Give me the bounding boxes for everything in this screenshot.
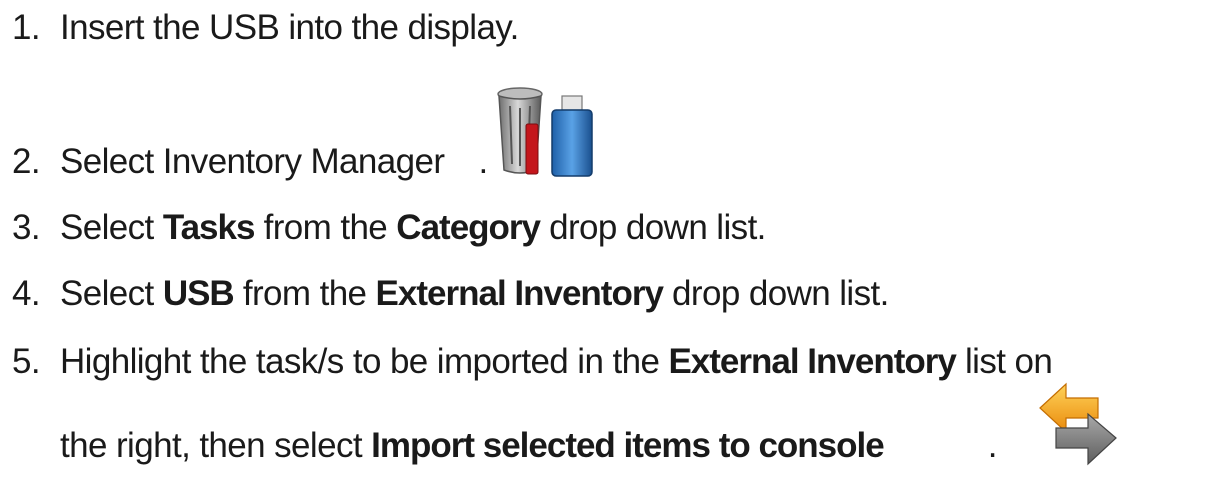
step-text: list on: [955, 342, 1053, 381]
step-number: 4.: [12, 274, 41, 313]
step-text: Insert the USB into the display.: [60, 8, 519, 47]
external-inventory-term: External Inventory: [668, 342, 956, 381]
step-2: 2. Select Inventory Manager.: [12, 140, 488, 184]
step-5: 5. Highlight the task/s to be imported in…: [12, 340, 1053, 384]
step-number: 2.: [12, 142, 41, 181]
external-inventory-term: External Inventory: [375, 274, 664, 313]
step-number: 3.: [12, 208, 41, 247]
import-to-console-icon: [1039, 382, 1117, 466]
step-text: from the: [254, 208, 397, 247]
step-text: drop down list.: [662, 274, 889, 313]
category-term: Category: [396, 208, 541, 247]
step-1: 1. Insert the USB into the display.: [12, 6, 519, 50]
usb-term: USB: [162, 274, 235, 313]
step-end-punctuation: .: [478, 142, 488, 181]
step-text: Select: [60, 274, 163, 313]
step-number: 1.: [12, 8, 41, 47]
import-selected-items-term: Import selected items to console: [371, 426, 885, 465]
inventory-manager-icon: [497, 87, 593, 177]
step-text: Select: [60, 208, 163, 247]
step-text: the right, then select: [60, 426, 372, 465]
step-text: Select Inventory Manager: [60, 142, 445, 181]
step-text: Highlight the task/s to be imported in t…: [60, 342, 669, 381]
step-5-continuation: the right, then select Import selected i…: [60, 424, 997, 468]
step-end-punctuation: .: [987, 426, 998, 465]
step-number: 5.: [12, 342, 41, 381]
step-3: 3. Select Tasks from the Category drop do…: [12, 206, 766, 250]
step-4: 4. Select USB from the External Inventory…: [12, 272, 889, 316]
tasks-term: Tasks: [162, 208, 256, 247]
step-text: from the: [233, 274, 376, 313]
step-text: drop down list.: [540, 208, 766, 247]
